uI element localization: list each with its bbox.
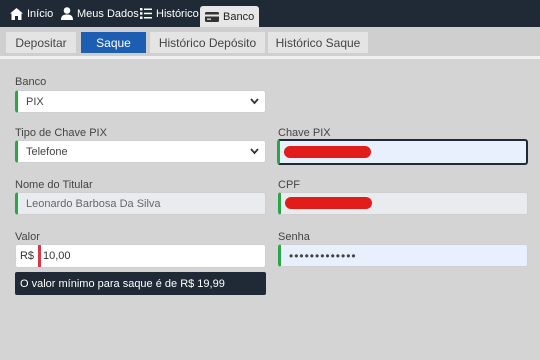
nav-item-label: Banco — [223, 10, 255, 23]
tipo-chave-select[interactable]: Telefone — [15, 140, 266, 163]
nome-titular-value: Leonardo Barbosa Da Silva — [26, 197, 161, 210]
user-icon — [61, 7, 73, 20]
redaction-mark — [284, 146, 371, 158]
validation-message: O valor mínimo para saque é de R$ 19,99 — [15, 272, 266, 295]
nav-item-inicio[interactable]: Início — [10, 0, 53, 27]
nav-item-label: Meus Dados — [77, 7, 139, 20]
home-icon — [10, 7, 23, 20]
divider — [0, 56, 540, 59]
nav-item-label: Início — [27, 7, 54, 20]
chevron-down-icon — [250, 148, 259, 155]
nav-item-banco[interactable]: Banco — [200, 6, 260, 27]
tab-depositar[interactable]: Depositar — [6, 32, 76, 53]
tab-historico-saque[interactable]: Histórico Saque — [268, 32, 368, 53]
valor-value[interactable]: 10,00 — [41, 250, 71, 262]
nav-item-label: Histórico — [156, 7, 199, 20]
senha-label: Senha — [278, 231, 310, 243]
valor-input-group[interactable]: R$ 10,00 — [15, 244, 266, 268]
banco-select[interactable]: PIX — [15, 90, 266, 113]
tipo-chave-select-value: Telefone — [26, 145, 68, 158]
senha-input[interactable]: ••••••••••••• — [278, 244, 528, 267]
nav-item-meus-dados[interactable]: Meus Dados — [61, 0, 139, 27]
banco-select-value: PIX — [26, 95, 44, 108]
chevron-down-icon — [250, 98, 259, 105]
cpf-label: CPF — [278, 179, 300, 191]
credit-card-icon — [205, 11, 219, 22]
tipo-chave-label: Tipo de Chave PIX — [15, 127, 107, 139]
valor-label: Valor — [15, 231, 40, 243]
redaction-mark — [285, 197, 372, 209]
chave-pix-label: Chave PIX — [278, 127, 331, 139]
nome-titular-input: Leonardo Barbosa Da Silva — [15, 192, 266, 215]
senha-value: ••••••••••••• — [289, 248, 357, 263]
nav-item-historico[interactable]: Histórico — [140, 0, 199, 27]
top-nav: Início Meus Dados Histórico Banco — [0, 0, 540, 27]
nome-titular-label: Nome do Titular — [15, 179, 93, 191]
tab-saque[interactable]: Saque — [81, 32, 146, 53]
currency-prefix: R$ — [16, 245, 41, 267]
list-icon — [140, 8, 152, 19]
sub-tabs: Depositar Saque Histórico Depósito Histó… — [0, 27, 540, 56]
tab-historico-deposito[interactable]: Histórico Depósito — [150, 32, 265, 53]
banco-label: Banco — [15, 76, 47, 88]
